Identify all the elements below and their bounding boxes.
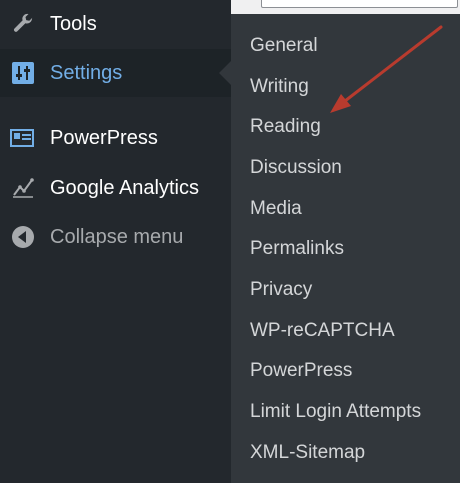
submenu-item-general[interactable]: General — [250, 31, 318, 61]
sidebar-item-settings[interactable]: Settings — [0, 49, 231, 97]
submenu-item-media[interactable]: Media — [250, 194, 302, 224]
submenu-item-limit-login-attempts[interactable]: Limit Login Attempts — [250, 397, 421, 427]
settings-submenu: General Writing Reading Discussion Media… — [231, 14, 460, 483]
sidebar-item-label: Collapse menu — [50, 225, 184, 248]
sidebar-item-label: PowerPress — [50, 126, 158, 149]
wrench-icon — [10, 11, 36, 37]
analytics-chart-icon — [10, 175, 36, 201]
content-area-top — [231, 0, 460, 14]
sidebar-item-powerpress[interactable]: PowerPress — [0, 114, 231, 162]
powerpress-icon — [10, 125, 36, 151]
sidebar-item-google-analytics[interactable]: Google Analytics — [0, 164, 231, 212]
submenu-item-privacy[interactable]: Privacy — [250, 275, 312, 305]
sidebar-item-tools[interactable]: Tools — [0, 0, 231, 48]
collapse-menu-button[interactable]: Collapse menu — [0, 213, 231, 261]
sidebar-item-label: Tools — [50, 12, 97, 35]
admin-sidebar: Tools Settings PowerPress Google Analyti… — [0, 0, 231, 483]
submenu-item-reading[interactable]: Reading — [250, 112, 321, 142]
sidebar-item-label: Google Analytics — [50, 176, 199, 199]
submenu-item-discussion[interactable]: Discussion — [250, 153, 342, 183]
admin-screen: Tools Settings PowerPress Google Analyti… — [0, 0, 460, 483]
submenu-item-wp-recaptcha[interactable]: WP-reCAPTCHA — [250, 316, 395, 346]
submenu-item-xml-sitemap[interactable]: XML-Sitemap — [250, 438, 365, 468]
settings-sliders-icon — [10, 60, 36, 86]
submenu-item-permalinks[interactable]: Permalinks — [250, 234, 344, 264]
collapse-arrow-icon — [10, 224, 36, 250]
submenu-item-writing[interactable]: Writing — [250, 72, 309, 102]
sidebar-item-label: Settings — [50, 61, 123, 84]
active-menu-pointer — [219, 61, 231, 85]
submenu-item-powerpress[interactable]: PowerPress — [250, 356, 352, 386]
content-input-edge[interactable] — [261, 0, 458, 8]
